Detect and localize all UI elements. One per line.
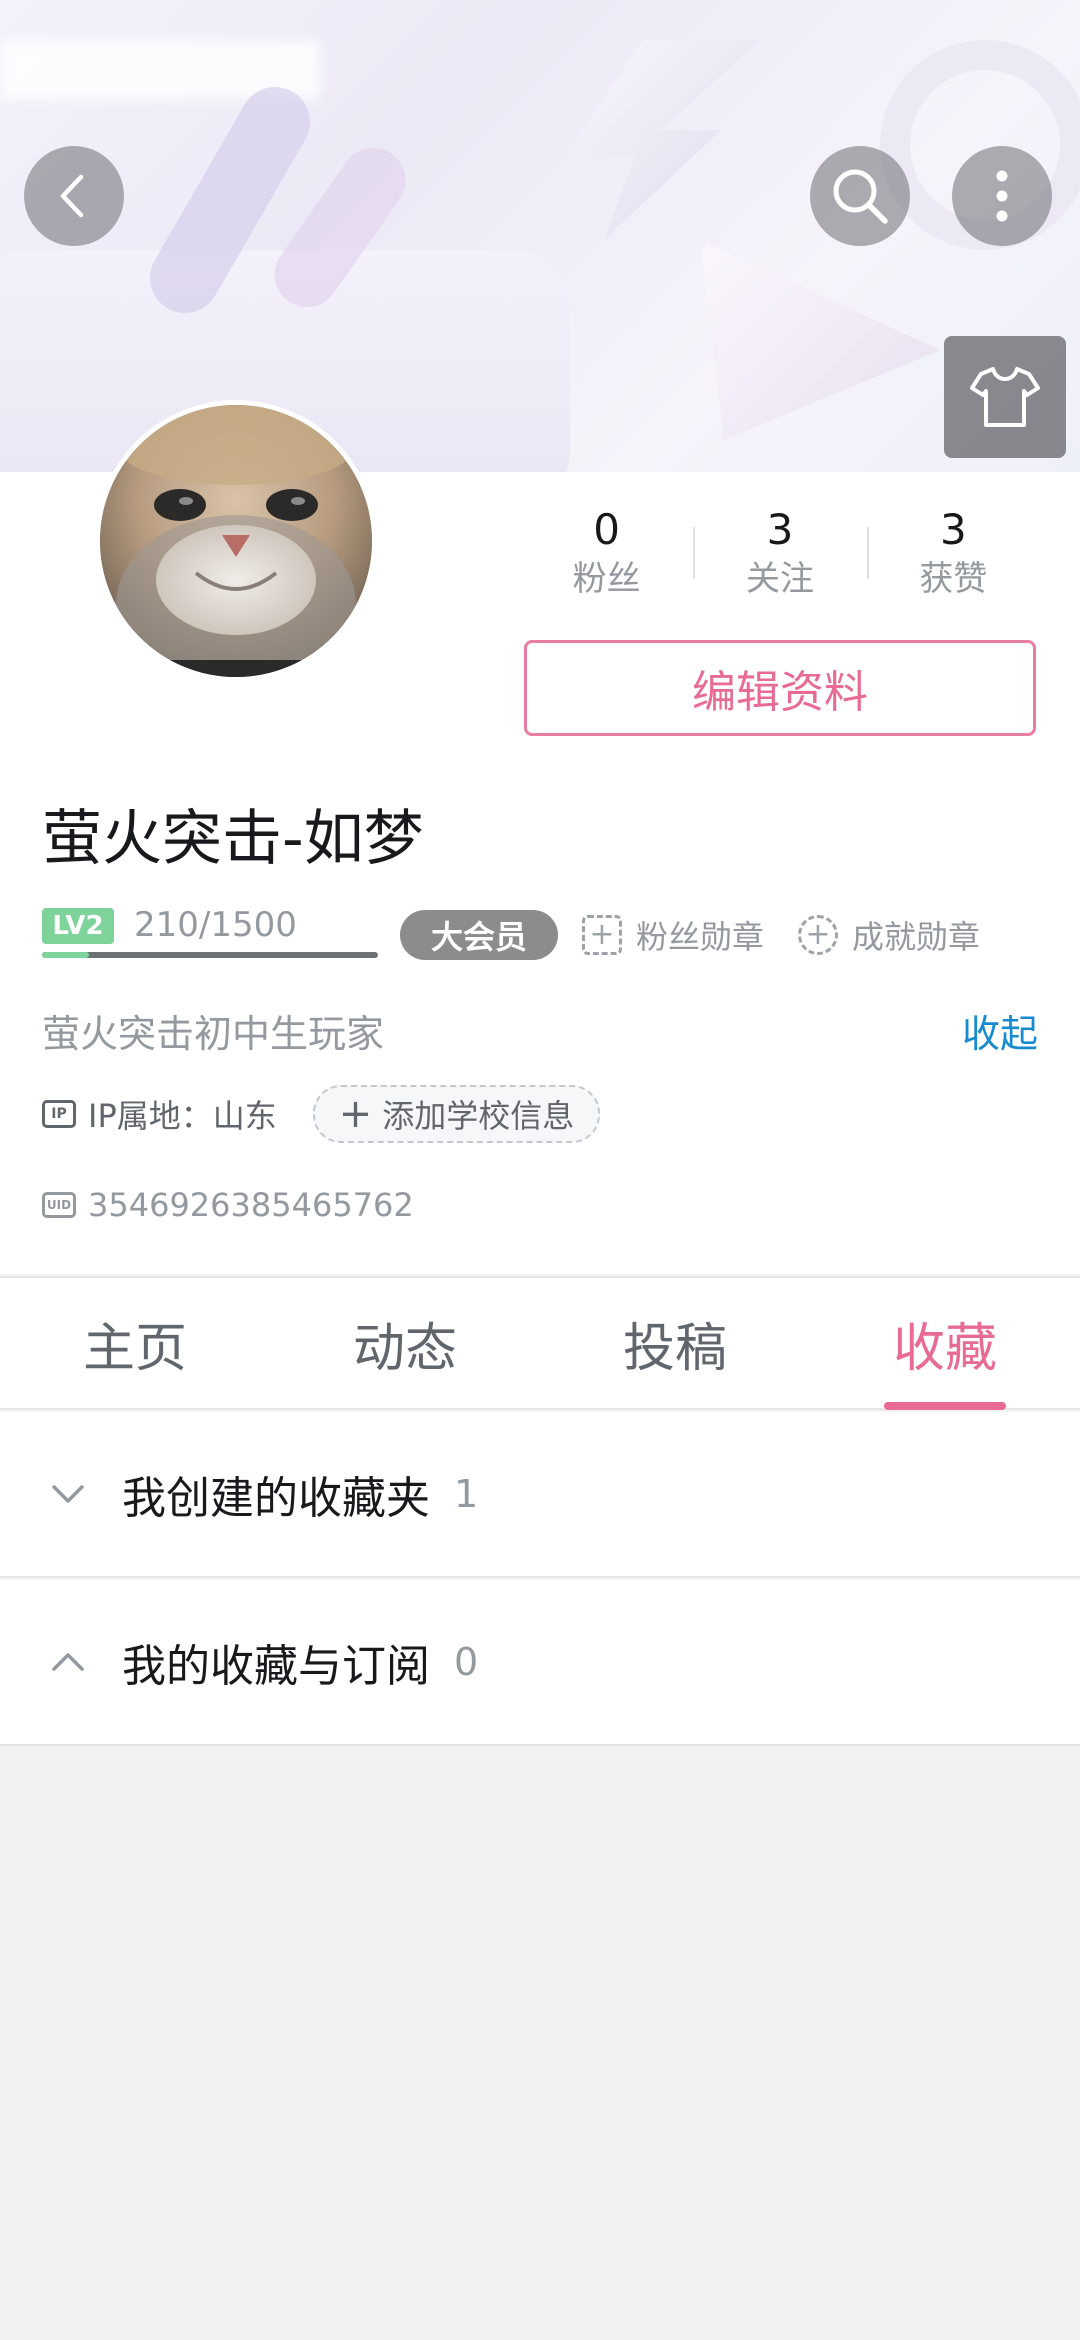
level-badge[interactable]: LV2 bbox=[42, 908, 114, 944]
achievement-medal-button[interactable]: + 成就勋章 bbox=[798, 910, 980, 960]
tab-dynamic[interactable]: 动态 bbox=[270, 1278, 540, 1408]
stat-value: 3 bbox=[939, 505, 967, 554]
search-button[interactable] bbox=[810, 146, 910, 246]
plus-icon: + bbox=[338, 1091, 373, 1137]
profile-banner[interactable] bbox=[0, 0, 1080, 472]
uid-icon: UID bbox=[42, 1192, 76, 1218]
section-title: 我的收藏与订阅 bbox=[122, 1641, 430, 1692]
exp-text: 210/1500 bbox=[134, 905, 297, 945]
ip-icon: IP bbox=[42, 1100, 76, 1128]
cat-avatar bbox=[100, 405, 372, 677]
section-title: 我创建的收藏夹 bbox=[122, 1473, 430, 1524]
vip-badge[interactable]: 大会员 bbox=[400, 910, 558, 960]
tab-submissions[interactable]: 投稿 bbox=[540, 1278, 810, 1408]
bio-text: 萤火突击初中生玩家 bbox=[42, 1012, 385, 1056]
ip-row: IP IP属地：山东 + 添加学校信息 bbox=[42, 1085, 601, 1143]
profile-tabs: 主页 动态 投稿 收藏 bbox=[0, 1276, 1080, 1410]
uid-row[interactable]: UID 3546926385465762 bbox=[42, 1180, 414, 1230]
uid-value: 3546926385465762 bbox=[88, 1186, 414, 1224]
chevron-left-icon bbox=[60, 174, 84, 218]
chevron-down-icon bbox=[48, 1483, 88, 1505]
stat-value: 0 bbox=[593, 505, 621, 554]
achievement-medal-label: 成就勋章 bbox=[852, 918, 981, 956]
dress-up-button[interactable] bbox=[944, 336, 1066, 458]
tab-favorites[interactable]: 收藏 bbox=[810, 1278, 1080, 1410]
created-folders-section[interactable]: 我创建的收藏夹 1 bbox=[0, 1412, 1080, 1578]
profile-screen: 0 粉丝 3 关注 3 获赞 编辑资料 萤火突击-如梦 LV2 210/1500… bbox=[0, 0, 1080, 2340]
stat-label: 关注 bbox=[745, 559, 814, 599]
back-button[interactable] bbox=[24, 146, 124, 246]
subscriptions-section[interactable]: 我的收藏与订阅 0 bbox=[0, 1580, 1080, 1746]
exp-progress-fill bbox=[42, 952, 90, 958]
lightning-bolt-decoration bbox=[565, 40, 760, 240]
add-achievement-icon: + bbox=[798, 915, 838, 955]
collapse-link[interactable]: 收起 bbox=[962, 1003, 1038, 1058]
fans-medal-label: 粉丝勋章 bbox=[636, 918, 765, 956]
stat-value: 3 bbox=[766, 505, 794, 554]
exp-progress-bar bbox=[42, 952, 378, 958]
stat-likes[interactable]: 3 获赞 bbox=[866, 505, 1040, 615]
play-triangle-decoration bbox=[700, 240, 940, 440]
section-count: 0 bbox=[454, 1640, 479, 1684]
section-count: 1 bbox=[454, 1472, 479, 1516]
stat-label: 粉丝 bbox=[572, 559, 641, 599]
stat-followers[interactable]: 0 粉丝 bbox=[520, 505, 693, 615]
profile-stats: 0 粉丝 3 关注 3 获赞 bbox=[520, 505, 1040, 615]
add-school-label: 添加学校信息 bbox=[382, 1097, 575, 1135]
chevron-up-icon bbox=[48, 1651, 88, 1673]
avatar[interactable] bbox=[95, 400, 377, 682]
username: 萤火突击-如梦 bbox=[42, 804, 424, 874]
more-button[interactable] bbox=[952, 146, 1052, 246]
search-icon bbox=[833, 169, 888, 224]
tab-home[interactable]: 主页 bbox=[0, 1278, 270, 1408]
add-medal-icon: + bbox=[582, 915, 622, 955]
add-school-button[interactable]: + 添加学校信息 bbox=[312, 1085, 601, 1143]
edit-profile-button[interactable]: 编辑资料 bbox=[524, 640, 1036, 736]
stat-label: 获赞 bbox=[919, 559, 988, 599]
stat-following[interactable]: 3 关注 bbox=[693, 505, 866, 615]
level-row: LV2 210/1500 大会员 + 粉丝勋章 + 成就勋章 bbox=[42, 900, 1042, 970]
tshirt-icon bbox=[970, 367, 1040, 427]
fans-medal-button[interactable]: + 粉丝勋章 bbox=[582, 910, 764, 960]
ip-location: IP属地：山东 bbox=[88, 1097, 277, 1135]
more-vertical-icon bbox=[996, 170, 1008, 222]
